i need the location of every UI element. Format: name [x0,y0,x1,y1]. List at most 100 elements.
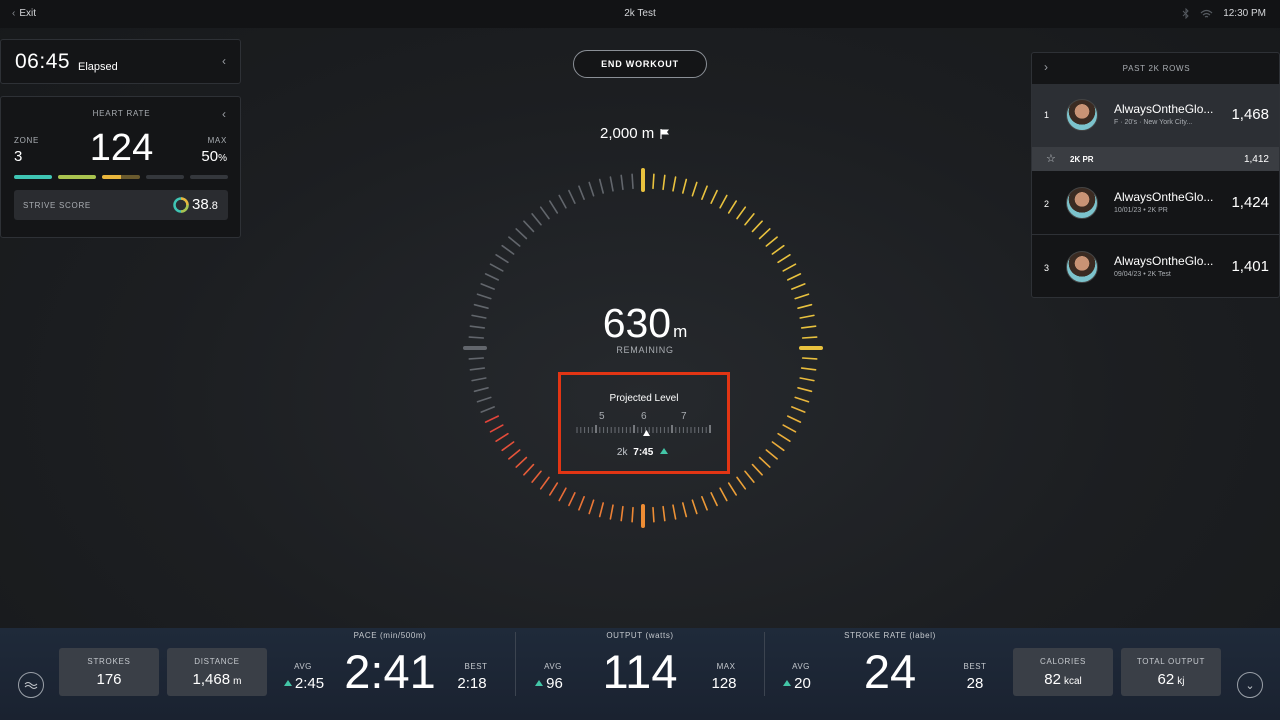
gauge-tick [799,314,815,319]
gauge-tick [515,456,528,468]
row-rank: 1 [1044,110,1050,120]
row-score: 1,424 [1231,194,1269,211]
gauge-tick [797,386,813,393]
gauge-tick [480,406,496,413]
gauge-tick [794,396,810,403]
level-5-label: 5 [599,411,605,422]
row-score: 1,401 [1231,258,1269,275]
goal-distance: 2,000 m [600,125,700,142]
wave-menu-button[interactable] [18,672,44,698]
row-name: AlwaysOntheGlo... [1114,254,1214,268]
gauge-tick [489,263,504,272]
gauge-tick [710,189,718,204]
gauge-tick [727,482,738,496]
remaining-unit: m [673,322,688,341]
gauge-tick [799,377,815,382]
gauge-tick [652,173,655,190]
pr-row: ☆ 2K PR 1,412 [1032,147,1279,171]
projected-level-title: Projected Level [609,393,679,404]
stroke-rate-avg-value: 20 [794,675,811,692]
gauge-tick [790,283,806,290]
stroke-rate-label: STROKE RATE (label) [844,631,936,640]
gauge-tick [548,482,559,496]
gauge-tick [476,293,492,300]
distance-unit: m [233,676,242,687]
gauge-tick [588,181,595,197]
level-6-label: 6 [641,411,647,422]
gauge-tick [786,415,802,423]
gauge-tick [484,415,500,423]
trend-up-icon [283,680,292,686]
row-meta: F · 20's · New York City... [1114,119,1193,126]
gauge-tick [736,476,747,490]
leaderboard-row[interactable]: 3 AlwaysOntheGlo... 09/04/23 • 2K Test 1… [1032,235,1279,297]
gauge-tick [744,470,755,483]
wave-icon [24,682,38,689]
avatar [1066,99,1098,131]
level-scale [576,425,711,436]
gauge-tick [558,487,567,502]
gauge-tick [782,424,797,433]
divider [764,632,765,696]
row-name: AlwaysOntheGlo... [1114,190,1214,204]
gauge-tick [751,220,763,233]
gauge-tick [489,424,504,433]
calories-value: 82 [1044,671,1061,688]
calories-label: CALORIES [1039,657,1087,666]
row-name: AlwaysOntheGlo... [1114,102,1214,116]
pace-avg: 2:45 [280,675,328,692]
pace-avg-value: 2:45 [294,675,325,692]
gauge-tick [568,189,576,204]
gauge-tick [727,200,738,214]
gauge-tick [539,476,550,490]
gauge-tick [794,293,810,300]
remaining-value: 630 [602,300,672,346]
stroke-rate-value: 24 [863,645,917,698]
strokes-label: STROKES [87,657,131,666]
gauge-tick [744,213,755,226]
gauge-tick [782,263,797,272]
gauge-tick [765,236,778,247]
gauge-tick [736,206,747,220]
row-meta: 09/04/23 • 2K Test [1114,271,1171,278]
calories-unit: kcal [1063,676,1082,687]
total-output-unit: kj [1177,676,1185,687]
gauge-tick [758,228,771,240]
output-avg: 96 [528,675,570,692]
output-avg-label: AVG [544,662,562,671]
stroke-rate-avg: 20 [776,675,818,692]
gauge-tick [790,406,806,413]
gauge-tick [473,303,489,310]
expand-button[interactable]: ⌄ [1237,672,1263,698]
calories-tile: CALORIES 82 kcal [1013,648,1113,696]
output-max-label: MAX [716,662,736,671]
gauge-tick [501,441,515,452]
distance-value: 1,468 [192,671,231,688]
gauge-tick [662,505,666,522]
pace-label: PACE (min/500m) [353,631,427,640]
gauge-tick [765,449,778,460]
remaining-label: REMAINING [616,345,674,355]
projected-time: 2k 7:45 [561,447,727,458]
gauge-tick [469,367,486,371]
pace-value: 2:41 [344,645,436,698]
output-avg-value: 96 [546,675,563,692]
gauge-tick [771,441,785,452]
remaining-distance: 630 m REMAINING [560,300,730,355]
total-output-label: TOTAL OUTPUT [1136,657,1206,666]
projected-level-panel: Projected Level 5 6 7 2k 7:45 [558,372,730,474]
gauge-tick [691,181,698,197]
gauge-tick [588,499,595,515]
gauge-tick [471,377,487,382]
leaderboard-row[interactable]: 2 AlwaysOntheGlo... 10/01/23 • 2K PR 1,4… [1032,171,1279,235]
gauge-tick [609,504,614,520]
leaderboard-row[interactable]: 1 AlwaysOntheGlo... F · 20's · New York … [1032,84,1279,147]
gauge-tick [801,357,818,360]
stroke-rate-best-label: BEST [963,662,987,671]
output-label: OUTPUT (watts) [606,631,674,640]
distance-label: DISTANCE [194,657,240,666]
projected-prefix: 2k [616,447,628,458]
gauge-tick [771,244,785,255]
gauge-tick [719,194,728,209]
leaderboard-title: PAST 2K ROWS [1122,64,1191,73]
